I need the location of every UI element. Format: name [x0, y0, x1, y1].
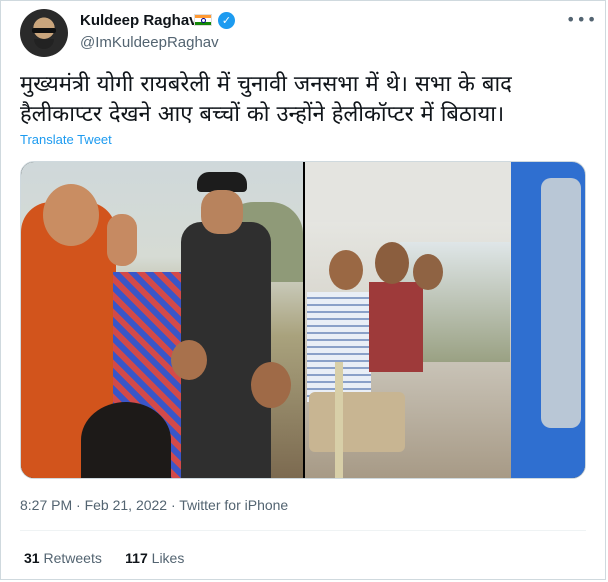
author-name[interactable]: Kuldeep Raghav	[80, 12, 198, 29]
retweets-stat[interactable]: 31 Retweets	[24, 550, 102, 566]
raised-hand	[107, 214, 137, 266]
man-head	[43, 184, 99, 246]
retweets-count: 31	[24, 550, 40, 566]
divider-top	[20, 530, 586, 531]
child-face	[375, 242, 409, 284]
child-face	[329, 250, 363, 290]
door-window	[541, 178, 581, 428]
child-hair	[81, 402, 171, 478]
photo-right[interactable]	[305, 162, 585, 478]
avatar-beard	[34, 39, 54, 49]
retweets-label: Retweets	[43, 550, 102, 566]
child-face	[171, 340, 207, 380]
likes-count: 117	[125, 550, 148, 566]
translate-tweet-link[interactable]: Translate Tweet	[20, 132, 112, 147]
soldier-beret	[197, 172, 247, 192]
tweet-text: मुख्यमंत्री योगी रायबरेली में चुनावी जनस…	[20, 72, 512, 127]
tweet-timestamp[interactable]: 8:27 PM · Feb 21, 2022 · Twitter for iPh…	[20, 497, 288, 513]
soldier-face	[201, 190, 243, 234]
photo-left[interactable]	[21, 162, 303, 478]
author-handle[interactable]: @ImKuldeepRaghav	[80, 34, 219, 51]
verified-badge-icon: ✓	[218, 12, 235, 29]
tweet-media[interactable]	[20, 161, 586, 479]
seat-strap	[335, 362, 343, 478]
author-avatar[interactable]	[20, 9, 68, 57]
engagement-stats: 31 Retweets 117 Likes	[24, 550, 184, 566]
cabin-seat	[309, 392, 405, 452]
india-flag-icon	[194, 14, 212, 26]
likes-stat[interactable]: 117 Likes	[125, 550, 184, 566]
more-options-icon[interactable]: •••	[566, 10, 596, 30]
child-red-top	[369, 282, 423, 372]
likes-label: Likes	[151, 550, 185, 566]
child-face	[413, 254, 443, 290]
avatar-sunglasses	[32, 28, 56, 33]
child-face	[251, 362, 291, 408]
